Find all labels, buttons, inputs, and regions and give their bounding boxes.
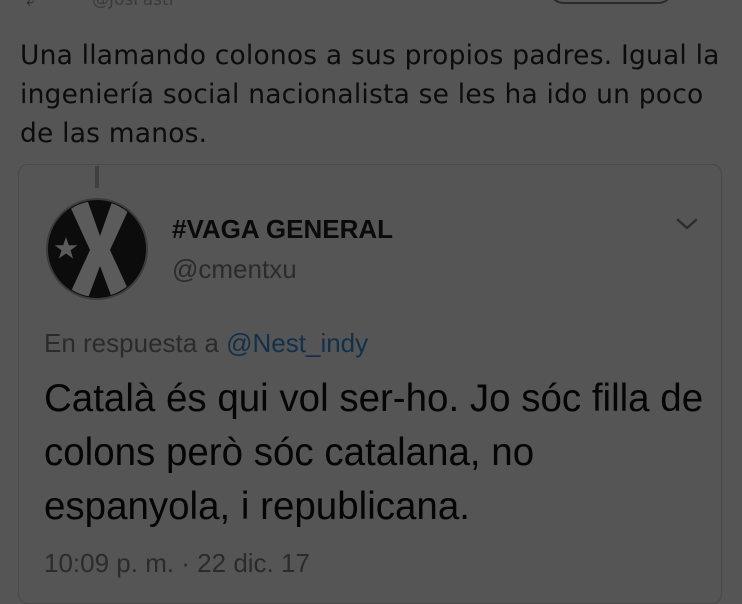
quoted-timestamp[interactable]: 10:09 p. m. · 22 dic. 17 bbox=[44, 546, 310, 580]
reply-to-link[interactable]: @Nest_indy bbox=[226, 328, 368, 358]
avatar-x-star-icon[interactable] bbox=[44, 196, 150, 302]
quoted-handle[interactable]: @cmentxu bbox=[172, 252, 297, 286]
quoted-tweet-text: Català és qui vol ser-ho. Jo sóc filla d… bbox=[44, 377, 704, 528]
reply-context: En respuesta a @Nest_indy bbox=[44, 326, 368, 360]
reply-prefix: En respuesta a bbox=[44, 328, 219, 358]
reply-arrow-icon[interactable]: ⤶ bbox=[26, 0, 46, 10]
previous-tweet-header: ⤶ @JosPasti bbox=[0, 0, 742, 10]
quoted-display-name[interactable]: #VAGA GENERAL bbox=[172, 212, 393, 246]
follow-button[interactable] bbox=[548, 0, 674, 4]
chevron-down-icon[interactable] bbox=[675, 214, 699, 234]
author-handle[interactable]: @JosPasti bbox=[92, 0, 173, 9]
tweet-text: Una llamando colonos a sus propios padre… bbox=[20, 40, 720, 149]
thread-connector bbox=[95, 166, 99, 188]
